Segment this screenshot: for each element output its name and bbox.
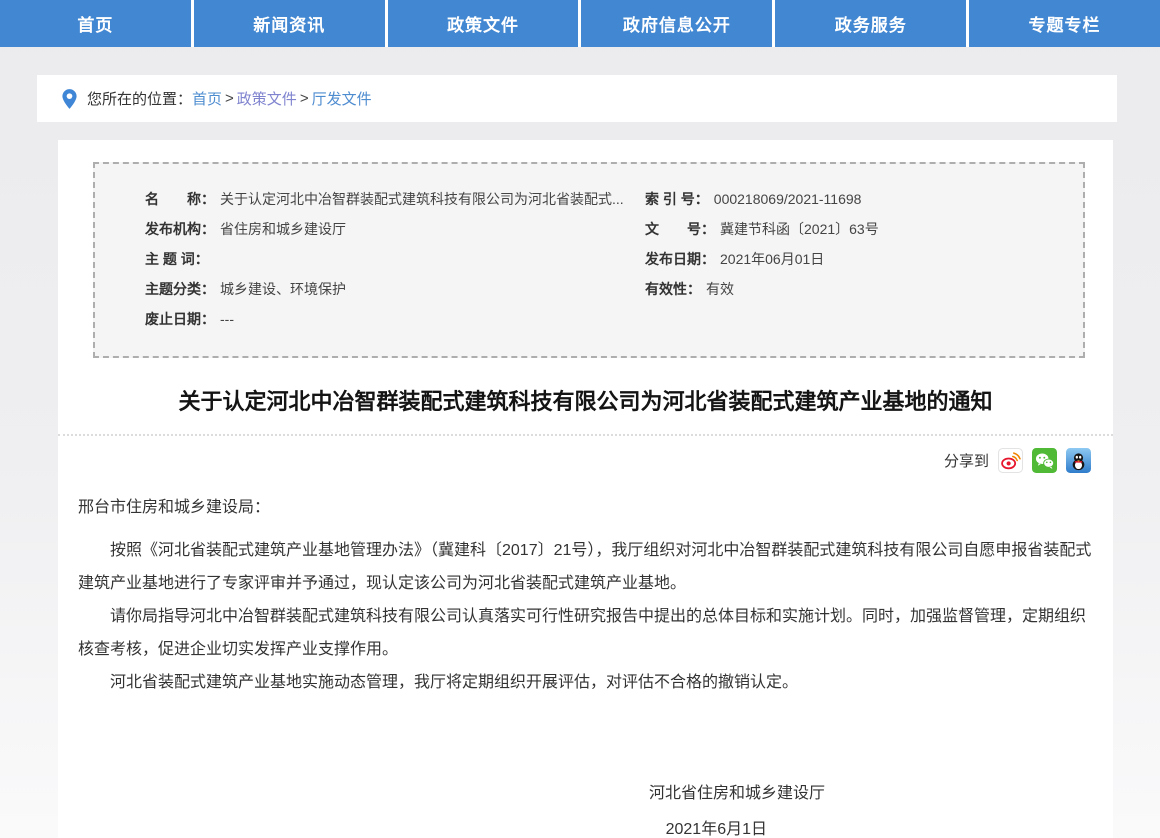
meta-field-validity: 有效性： 有效 [645,274,1063,304]
meta-label: 文 号： [645,221,715,237]
signature-date: 2021年6月1日 [78,813,767,838]
meta-value: 2021年06月01日 [720,251,824,267]
meta-field-subject-category: 主题分类： 城乡建设、环境保护 [145,274,645,304]
article-body: 邢台市住房和城乡建设局： 按照《河北省装配式建筑产业基地管理办法》（冀建科〔20… [58,473,1113,838]
article-salutation: 邢台市住房和城乡建设局： [78,491,1093,524]
title-divider [58,434,1113,436]
meta-value: 000218069/2021-11698 [714,191,862,207]
meta-label: 有效性： [645,281,701,297]
weibo-share-icon[interactable] [998,448,1023,473]
nav-item-news[interactable]: 新闻资讯 [194,0,388,47]
document-metadata-box: 名 称： 关于认定河北中冶智群装配式建筑科技有限公司为河北省装配式... 发布机构… [93,162,1085,358]
meta-field-document-number: 文 号： 冀建节科函〔2021〕63号 [645,214,1063,244]
nav-item-gov-info-disclosure[interactable]: 政府信息公开 [581,0,775,47]
metadata-left-column: 名 称： 关于认定河北中冶智群装配式建筑科技有限公司为河北省装配式... 发布机构… [145,184,645,334]
nav-item-home[interactable]: 首页 [0,0,194,47]
meta-label: 名 称： [145,191,215,207]
top-navigation: 首页 新闻资讯 政策文件 政府信息公开 政务服务 专题专栏 [0,0,1160,47]
breadcrumb-link-department-documents[interactable]: 厅发文件 [312,88,372,109]
signature-block: 河北省住房和城乡建设厅 2021年6月1日 [78,777,1093,838]
meta-label: 发布日期： [645,251,715,267]
meta-field-keywords: 主 题 词： [145,244,645,274]
meta-field-repeal-date: 废止日期： --- [145,304,645,334]
nav-item-special-columns[interactable]: 专题专栏 [969,0,1160,47]
meta-field-name: 名 称： 关于认定河北中冶智群装配式建筑科技有限公司为河北省装配式... [145,184,645,214]
location-pin-icon [61,88,78,110]
nav-item-policy-documents[interactable]: 政策文件 [388,0,582,47]
signature-organization: 河北省住房和城乡建设厅 [78,777,825,810]
meta-label: 发布机构： [145,221,215,237]
breadcrumb-link-policy-documents[interactable]: 政策文件 [237,88,297,109]
meta-value: --- [220,311,234,327]
breadcrumb-prefix: 您所在的位置： [87,88,192,109]
meta-value: 冀建节科函〔2021〕63号 [720,221,879,237]
breadcrumb-separator: > [300,90,309,107]
breadcrumb-link-home[interactable]: 首页 [192,88,222,109]
meta-label: 主 题 词： [145,251,209,267]
article-paragraph: 请你局指导河北中冶智群装配式建筑科技有限公司认真落实可行性研究报告中提出的总体目… [78,600,1093,666]
article-paragraph: 按照《河北省装配式建筑产业基地管理办法》（冀建科〔2017〕21号），我厅组织对… [78,534,1093,600]
breadcrumb-separator: > [225,90,234,107]
meta-value: 有效 [706,281,734,297]
meta-value: 关于认定河北中冶智群装配式建筑科技有限公司为河北省装配式... [220,191,624,207]
meta-field-publish-date: 发布日期： 2021年06月01日 [645,244,1063,274]
nav-item-gov-services[interactable]: 政务服务 [775,0,969,47]
meta-field-index-number: 索 引 号： 000218069/2021-11698 [645,184,1063,214]
meta-field-issuing-agency: 发布机构： 省住房和城乡建设厅 [145,214,645,244]
page-title: 关于认定河北中冶智群装配式建筑科技有限公司为河北省装配式建筑产业基地的通知 [88,384,1083,416]
breadcrumb: 您所在的位置： 首页 > 政策文件 > 厅发文件 [37,75,1117,122]
article-paragraph: 河北省装配式建筑产业基地实施动态管理，我厅将定期组织开展评估，对评估不合格的撤销… [78,666,1093,699]
wechat-share-icon[interactable] [1032,448,1057,473]
metadata-right-column: 索 引 号： 000218069/2021-11698 文 号： 冀建节科函〔202… [645,184,1063,334]
content-panel: 名 称： 关于认定河北中冶智群装配式建筑科技有限公司为河北省装配式... 发布机构… [58,140,1113,838]
meta-value: 城乡建设、环境保护 [220,281,346,297]
share-row: 分享到 [58,448,1113,473]
meta-label: 主题分类： [145,281,215,297]
meta-label: 废止日期： [145,311,215,327]
qq-share-icon[interactable] [1066,448,1091,473]
meta-value: 省住房和城乡建设厅 [220,221,346,237]
share-label: 分享到 [944,450,989,471]
meta-label: 索 引 号： [645,191,709,207]
